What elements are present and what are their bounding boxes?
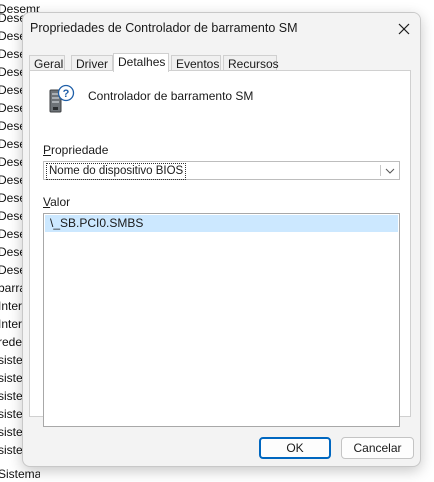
property-label-text: ropriedade bbox=[51, 143, 109, 157]
ok-button[interactable]: OK bbox=[259, 437, 331, 459]
tab-eventos[interactable]: Eventos bbox=[171, 55, 221, 71]
device-question-icon: ? bbox=[49, 84, 75, 113]
value-list[interactable]: \_SB.PCI0.SMBS bbox=[43, 213, 400, 427]
tab-detalhes[interactable]: Detalhes bbox=[113, 53, 169, 72]
svg-text:?: ? bbox=[63, 88, 70, 100]
property-label-accel: P bbox=[43, 143, 52, 157]
bg-list-item: rede bbox=[0, 335, 23, 349]
dropdown-separator bbox=[380, 165, 381, 176]
details-panel: ? Controlador de barramento SM Proprieda… bbox=[29, 70, 411, 427]
close-button[interactable] bbox=[392, 17, 416, 41]
property-selected-value: Nome do dispositivo BIOS bbox=[46, 163, 187, 180]
bg-list-item: Sistema básico bbox=[0, 467, 40, 481]
cancel-button[interactable]: Cancelar bbox=[341, 437, 414, 459]
close-icon bbox=[398, 23, 410, 35]
dialog-title: Propriedades de Controlador de barrament… bbox=[30, 21, 298, 35]
property-dropdown[interactable]: Nome do dispositivo BIOS bbox=[43, 161, 400, 180]
value-list-item[interactable]: \_SB.PCI0.SMBS bbox=[45, 215, 398, 232]
tab-driver[interactable]: Driver bbox=[71, 55, 113, 71]
tab-recursos[interactable]: Recursos bbox=[223, 55, 279, 71]
value-label: Valor bbox=[43, 195, 70, 209]
tab-geral[interactable]: Geral bbox=[29, 55, 65, 71]
device-name: Controlador de barramento SM bbox=[88, 89, 254, 103]
value-label-text: alor bbox=[50, 195, 71, 209]
property-label: Propriedade bbox=[43, 143, 108, 157]
chevron-down-icon bbox=[385, 168, 395, 174]
title-bar[interactable]: Propriedades de Controlador de barrament… bbox=[23, 13, 420, 45]
properties-dialog: Propriedades de Controlador de barrament… bbox=[22, 12, 421, 467]
